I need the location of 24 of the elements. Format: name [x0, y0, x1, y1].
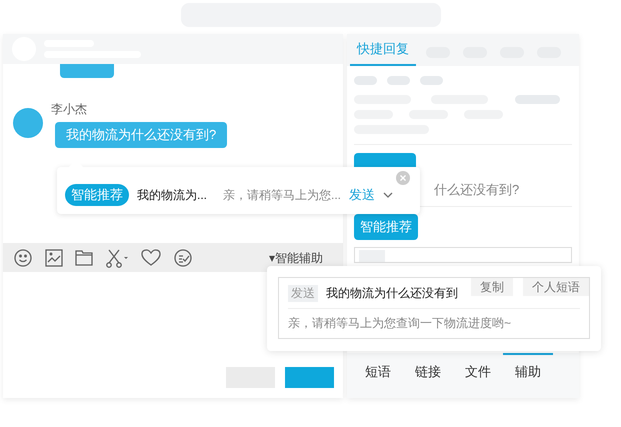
footer-tab[interactable]: 短语	[353, 352, 403, 388]
scissors-icon[interactable]	[105, 248, 129, 268]
send-tag: 发送	[288, 284, 318, 302]
smile-icon[interactable]	[13, 248, 33, 268]
footer-tab[interactable]: 链接	[403, 352, 453, 388]
sender-name: 李小杰	[51, 101, 88, 118]
recommend-badge: 智能推荐	[65, 184, 129, 206]
question-text: 什么还没有到?	[434, 181, 520, 199]
message-bubble: 我的物流为什么还没有到?	[55, 122, 228, 148]
folder-icon[interactable]	[75, 250, 93, 266]
reply-answer: 亲，请稍等马上为您查询一下物流进度哟~	[288, 315, 512, 332]
chevron-down-icon[interactable]	[383, 190, 394, 198]
footer-tab[interactable]: 文件	[453, 352, 503, 388]
send-tag	[359, 250, 385, 262]
suggested-answer: 亲，请稍等马上为您...	[223, 186, 342, 204]
action-button[interactable]: 复制	[471, 278, 513, 296]
image-icon[interactable]	[45, 248, 63, 266]
checklist-icon[interactable]	[173, 248, 193, 268]
assist-toggle[interactable]: ▾智能辅助	[269, 248, 323, 266]
avatar	[13, 108, 43, 138]
suggested-question: 我的物流为...	[137, 186, 208, 204]
action-button[interactable]: 个人短语	[523, 278, 589, 296]
reply-question: 我的物流为什么还没有到	[326, 285, 458, 302]
heart-icon[interactable]	[141, 248, 161, 266]
